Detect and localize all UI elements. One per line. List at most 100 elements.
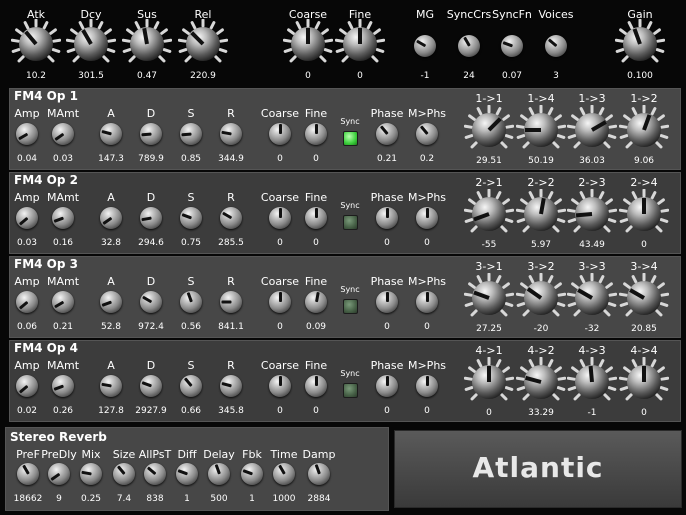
op3-mod-3-to-1-knob[interactable] <box>464 273 514 323</box>
op1-m-phs-knob[interactable] <box>416 123 438 145</box>
op1-mod-1-to-2-knob[interactable] <box>619 105 669 155</box>
op3-r-knob[interactable] <box>220 291 242 313</box>
reverb-damp-knob[interactable] <box>308 463 330 485</box>
op4-mod-4-to-3-knob[interactable] <box>567 357 617 407</box>
op3-mod-3-to-2-knob[interactable] <box>516 273 566 323</box>
op2-coarse-knob[interactable] <box>269 207 291 229</box>
op1-mamt-knob[interactable] <box>52 123 74 145</box>
op4-phase-knob[interactable] <box>376 375 398 397</box>
op1-sync-toggle[interactable] <box>343 131 358 146</box>
op3-s-knob[interactable] <box>180 291 202 313</box>
op1-mod-1-to-3-knob[interactable] <box>567 105 617 155</box>
reverb-mix-knob-pointer <box>80 470 92 476</box>
top-fine-knob[interactable] <box>335 19 385 69</box>
op2-fine-knob[interactable] <box>305 207 327 229</box>
op4-r-knob[interactable] <box>220 375 242 397</box>
op4-mamt-label: MAmt <box>46 359 80 372</box>
op4-s-knob[interactable] <box>180 375 202 397</box>
op4-mod-4-to-1-knob[interactable] <box>464 357 514 407</box>
op1-mod-1-to-4-knob[interactable] <box>516 105 566 155</box>
op3-fine-knob[interactable] <box>305 291 327 313</box>
op1-a-knob[interactable] <box>100 123 122 145</box>
op2-mod-2-to-4-knob[interactable] <box>619 189 669 239</box>
op2-s-value: 0.75 <box>180 238 202 248</box>
reverb-allpst-knob-pointer <box>146 466 156 476</box>
op4-mamt-knob-pointer <box>53 384 64 391</box>
op3-coarse-knob[interactable] <box>269 291 291 313</box>
top-sus-knob[interactable] <box>122 19 172 69</box>
op1-d-knob[interactable] <box>140 123 162 145</box>
reverb-fbk-knob[interactable] <box>241 463 263 485</box>
op2-sync-toggle[interactable] <box>343 215 358 230</box>
op4-a-knob[interactable] <box>100 375 122 397</box>
op4-sync-toggle[interactable] <box>343 383 358 398</box>
op2-phase-knob[interactable] <box>376 207 398 229</box>
op1-coarse-knob[interactable] <box>269 123 291 145</box>
top-rel-knob[interactable] <box>178 19 228 69</box>
top-dcy-knob[interactable] <box>66 19 116 69</box>
op4-m-phs-knob[interactable] <box>416 375 438 397</box>
op2-m-phs-knob[interactable] <box>416 207 438 229</box>
top-mg-knob[interactable] <box>414 35 436 57</box>
reverb-allpst-knob[interactable] <box>144 463 166 485</box>
reverb-mix-knob[interactable] <box>80 463 102 485</box>
op4-fine-knob[interactable] <box>305 375 327 397</box>
op3-d-knob[interactable] <box>140 291 162 313</box>
op2-phase-knob-pointer <box>385 208 389 218</box>
top-syncfn-knob[interactable] <box>501 35 523 57</box>
op1-phase-knob[interactable] <box>376 123 398 145</box>
op2-mamt-knob[interactable] <box>52 207 74 229</box>
op3-phase-knob[interactable] <box>376 291 398 313</box>
op4-fine-label: Fine <box>304 359 328 372</box>
op2-mod-2-to-1-knob[interactable] <box>464 189 514 239</box>
op3-mod-3-to-4-knob[interactable] <box>619 273 669 323</box>
op3-sync-toggle[interactable] <box>343 299 358 314</box>
op2-coarse-value: 0 <box>277 238 283 248</box>
op3-sync-label: Sync <box>340 285 360 294</box>
top-voices-knob[interactable] <box>545 35 567 57</box>
op1-d-value: 789.9 <box>138 154 164 164</box>
reverb-delay-knob[interactable] <box>208 463 230 485</box>
op3-mamt-knob[interactable] <box>52 291 74 313</box>
reverb-time-knob[interactable] <box>273 463 295 485</box>
op3-a-knob[interactable] <box>100 291 122 313</box>
op3-m-phs-knob[interactable] <box>416 291 438 313</box>
op1-r-knob[interactable] <box>220 123 242 145</box>
top-coarse-value: 0 <box>305 71 311 81</box>
op4-mod-4-to-4-knob[interactable] <box>619 357 669 407</box>
op4-amp-knob[interactable] <box>16 375 38 397</box>
op2-s-knob[interactable] <box>180 207 202 229</box>
op2-m-phs-value: 0 <box>424 238 430 248</box>
reverb-diff-knob[interactable] <box>176 463 198 485</box>
preset-name: Atlantic <box>472 451 604 484</box>
top-dcy-value: 301.5 <box>78 71 104 81</box>
reverb-predly-knob[interactable] <box>48 463 70 485</box>
top-synccrs-value: 24 <box>463 71 475 81</box>
reverb-size-knob[interactable] <box>113 463 135 485</box>
op3-mod-3-to-3-knob[interactable] <box>567 273 617 323</box>
op2-amp-label: Amp <box>14 191 40 204</box>
op2-a-knob[interactable] <box>100 207 122 229</box>
op4-mod-4-to-2-knob[interactable] <box>516 357 566 407</box>
top-atk-value: 10.2 <box>25 71 47 81</box>
op2-r-knob[interactable] <box>220 207 242 229</box>
op1-s-knob[interactable] <box>180 123 202 145</box>
top-gain-knob[interactable] <box>615 19 665 69</box>
op1-amp-knob[interactable] <box>16 123 38 145</box>
op2-mod-2-to-2-knob[interactable] <box>516 189 566 239</box>
op1-mod-1-to-1-knob[interactable] <box>464 105 514 155</box>
op4-coarse-knob[interactable] <box>269 375 291 397</box>
op4-mamt-knob[interactable] <box>52 375 74 397</box>
op3-amp-knob[interactable] <box>16 291 38 313</box>
top-atk-knob[interactable] <box>11 19 61 69</box>
op1-fine-knob[interactable] <box>305 123 327 145</box>
op2-mod-2-to-3-knob[interactable] <box>567 189 617 239</box>
top-coarse-knob[interactable] <box>283 19 333 69</box>
op4-d-knob[interactable] <box>140 375 162 397</box>
op1-phase-knob-pointer <box>379 125 389 135</box>
op2-amp-knob[interactable] <box>16 207 38 229</box>
reverb-pref-label: PreF <box>16 448 40 461</box>
top-synccrs-knob[interactable] <box>458 35 480 57</box>
op2-d-knob[interactable] <box>140 207 162 229</box>
reverb-pref-knob[interactable] <box>17 463 39 485</box>
